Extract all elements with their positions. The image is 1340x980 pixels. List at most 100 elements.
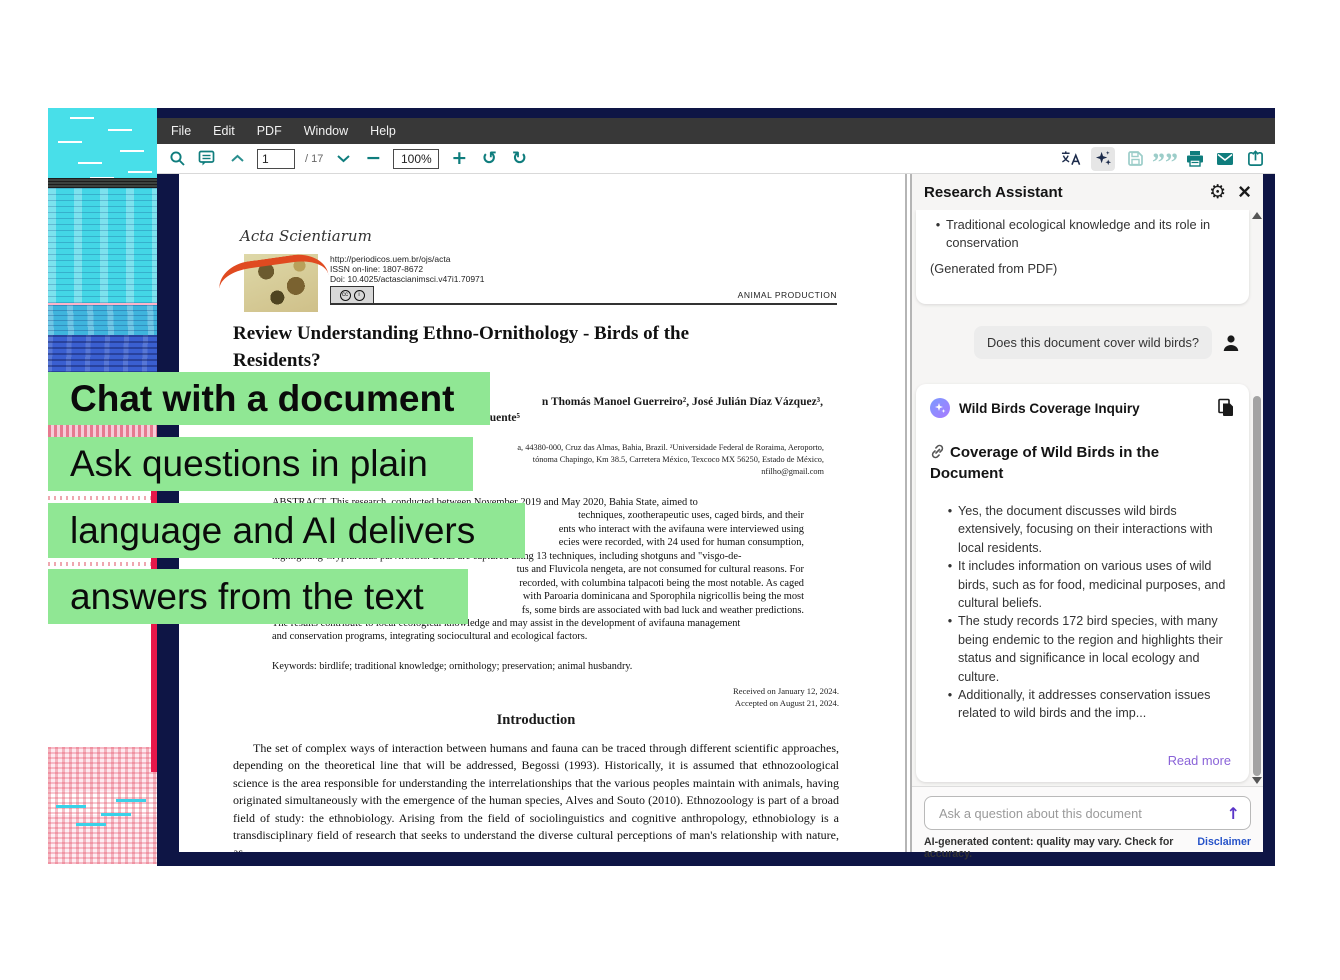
chat-scroll-area: • Traditional ecological knowledge and i… [912, 210, 1263, 786]
cc-by-icon: i [354, 290, 365, 301]
zoom-out-icon[interactable]: − [363, 149, 383, 169]
paper-title-line2: Residents? [233, 347, 813, 374]
bullet-dot: • [942, 557, 958, 612]
toolbar-right-group: ”” [1061, 144, 1265, 174]
stage: File Edit PDF Window Help / 17 [0, 0, 1340, 980]
header-rule [330, 303, 837, 305]
ai-disclaimer-note: AI-generated content: quality may vary. … [924, 836, 1197, 860]
summary-bullet: • Traditional ecological knowledge and i… [930, 216, 1235, 252]
search-icon[interactable] [167, 149, 187, 169]
ai-footer: AI-generated content: quality may vary. … [924, 836, 1251, 860]
overlay-headline: Chat with a document [48, 372, 490, 425]
user-question-bubble: Does this document cover wild birds? [974, 326, 1212, 359]
page-total-label: / 17 [305, 153, 323, 165]
journal-doi: Doi: 10.4025/actascianimsci.v47i1.70971 [330, 274, 485, 284]
paper-title-line1: Review Understanding Ethno-Ornithology -… [233, 320, 813, 347]
ask-input-section: ↑ AI-generated content: quality may vary… [912, 786, 1263, 852]
scroll-up-arrow-icon[interactable] [1252, 212, 1262, 219]
paper-dates: Received on January 12, 2024. Accepted o… [479, 686, 839, 709]
ai-sparkles-icon[interactable] [1091, 147, 1115, 171]
zoom-level-input[interactable] [393, 149, 439, 169]
answer-heading: Coverage of Wild Birds in the Document [930, 442, 1192, 484]
glitch-pink-edge-band [48, 303, 158, 335]
glitch-pink-band [48, 425, 158, 437]
menu-window[interactable]: Window [304, 124, 348, 138]
chat-scrollbar[interactable] [1252, 210, 1262, 786]
answer-bullet-text: Additionally, it addresses conservation … [958, 686, 1234, 723]
bullet-dot: • [930, 216, 946, 252]
redo-rotate-icon[interactable]: ↻ [509, 149, 529, 169]
comment-icon[interactable] [197, 149, 217, 169]
scrollbar-thumb[interactable] [1253, 396, 1261, 776]
disclaimer-link[interactable]: Disclaimer [1197, 836, 1251, 860]
pdf-scrollbar[interactable] [905, 174, 912, 852]
ask-box: ↑ [924, 796, 1251, 830]
translate-icon[interactable] [1061, 149, 1081, 169]
answer-bullet: •Yes, the document discusses wild birds … [942, 502, 1234, 557]
ai-sparkle-avatar-icon [930, 398, 950, 418]
cc-icon: cc [340, 290, 351, 301]
journal-section-label: ANIMAL PRODUCTION [537, 290, 837, 300]
generated-note: (Generated from PDF) [930, 261, 1235, 276]
overlay-subline-1: Ask questions in plain [48, 437, 473, 491]
toolbar: / 17 − + ↺ ↻ ”” [157, 144, 1275, 174]
user-message-row: Does this document cover wild birds? [912, 326, 1263, 359]
export-icon[interactable] [1245, 149, 1265, 169]
menu-file[interactable]: File [171, 124, 191, 138]
glitch-white-band [48, 437, 158, 870]
save-icon[interactable] [1125, 149, 1145, 169]
journal-issn: ISSN on-line: 1807-8672 [330, 264, 485, 274]
undo-rotate-icon[interactable]: ↺ [479, 149, 499, 169]
cc-license-badge: cc i [330, 286, 374, 304]
paper-title: Review Understanding Ethno-Ornithology -… [233, 320, 813, 374]
email-icon[interactable] [1215, 149, 1235, 169]
glitch-cyan-band [48, 108, 158, 178]
answer-bullet-text: Yes, the document discusses wild birds e… [958, 502, 1234, 557]
paper-keywords: Keywords: birdlife; traditional knowledg… [272, 661, 804, 672]
summary-bullet-text: Traditional ecological knowledge and its… [946, 216, 1235, 252]
overlay-subline-2: language and AI delivers [48, 503, 525, 558]
introduction-paragraph: The set of complex ways of interaction b… [233, 740, 839, 852]
journal-header-lines: http://periodicos.uem.br/ojs/acta ISSN o… [330, 254, 485, 284]
bullet-dot: • [942, 686, 958, 723]
toolbar-left-group: / 17 − + ↺ ↻ [167, 149, 529, 169]
glitch-cyan-dashes [56, 805, 86, 808]
send-arrow-icon[interactable]: ↑ [1227, 804, 1240, 823]
answer-bullet-text: It includes information on various uses … [958, 557, 1234, 612]
glitch-speck-line [48, 496, 152, 500]
journal-url: http://periodicos.uem.br/ojs/acta [330, 254, 485, 264]
answer-bullet: •The study records 172 bird species, wit… [942, 612, 1234, 686]
journal-logo-text: Acta Scientiarum [240, 227, 372, 245]
glitch-white-dashes [70, 117, 94, 119]
answer-heading-text: Coverage of Wild Birds in the Document [930, 444, 1159, 482]
ai-answer-card: Wild Birds Coverage Inquiry Coverage of … [916, 384, 1249, 782]
menu-edit[interactable]: Edit [213, 124, 235, 138]
received-date: Received on January 12, 2024. [479, 686, 839, 698]
ask-question-input[interactable] [937, 805, 1227, 822]
scroll-down-arrow-icon[interactable] [1252, 777, 1262, 784]
user-avatar-icon [1221, 333, 1241, 353]
settings-gear-icon[interactable]: ⚙ [1209, 183, 1226, 202]
assistant-header: Research Assistant ⚙ × [912, 174, 1263, 210]
answer-bullet: •It includes information on various uses… [942, 557, 1234, 612]
glitch-speck-line [48, 562, 152, 566]
answer-bullet-text: The study records 172 bird species, with… [958, 612, 1234, 686]
abstract-line: and conservation programs, integrating s… [272, 630, 804, 643]
bullet-dot: • [942, 502, 958, 557]
overlay-subline-3: answers from the text [48, 569, 468, 624]
zoom-in-icon[interactable]: + [449, 149, 469, 169]
copy-icon[interactable] [1217, 398, 1235, 418]
close-icon[interactable]: × [1238, 181, 1251, 203]
page-down-icon[interactable] [333, 149, 353, 169]
glitch-dark-band [48, 178, 158, 188]
menu-pdf[interactable]: PDF [257, 124, 282, 138]
quote-icon[interactable]: ”” [1155, 144, 1175, 174]
read-more-link[interactable]: Read more [1168, 753, 1231, 768]
menu-bar: File Edit PDF Window Help [157, 118, 1275, 144]
page-number-input[interactable] [257, 149, 295, 169]
research-assistant-panel: Research Assistant ⚙ × • Traditional eco… [912, 174, 1263, 852]
glitch-cyan-noise-band [48, 188, 158, 303]
menu-help[interactable]: Help [370, 124, 396, 138]
page-up-icon[interactable] [227, 149, 247, 169]
print-icon[interactable] [1185, 149, 1205, 169]
